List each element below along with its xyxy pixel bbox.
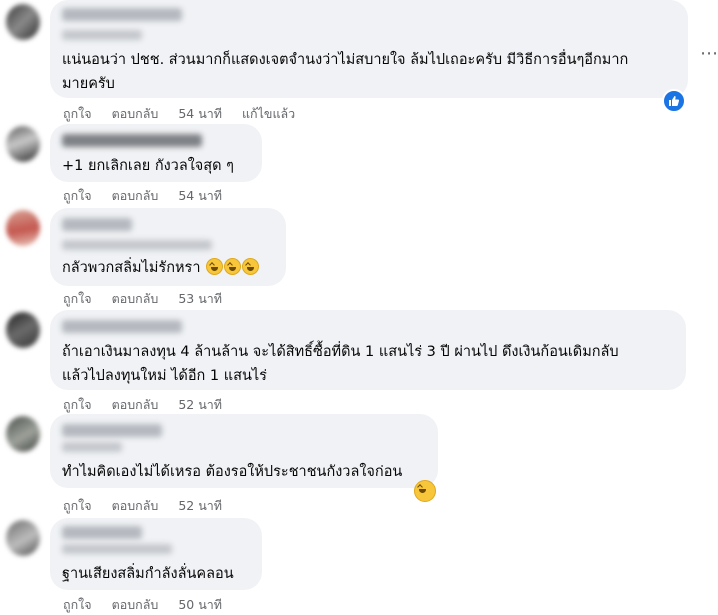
author-name-redacted[interactable] [62,8,182,21]
grinning-emoji-icon [224,258,242,275]
avatar[interactable] [6,416,40,452]
comment-text: แน่นอนว่า ปชช. ส่วนมากก็แสดงเจตจำนงว่าไม… [62,52,629,92]
author-sub-redacted [62,30,142,40]
comment-time[interactable]: 54 นาที [178,104,222,124]
comment-time[interactable]: 52 นาที [178,496,222,516]
reply-button[interactable]: ตอบกลับ [112,186,159,206]
comment-text: +1 ยกเลิกเลย กังวลใจสุด ๆ [62,158,234,174]
comment-actions: ถูกใจ ตอบกลับ 50 นาที [63,595,222,615]
author-sub-redacted [62,544,172,554]
comment-text: ถ้าเอาเงินมาลงทุน 4 ล้านล้าน จะได้สิทธิ์… [62,344,619,384]
comment-bubble: ฐานเสียงสลิ่มกำลังลั่นคลอน [50,518,262,590]
grinning-emoji-icon [206,258,224,275]
author-name-redacted[interactable] [62,526,142,539]
author-sub-redacted [62,240,212,250]
comment-time[interactable]: 50 นาที [178,595,222,615]
author-name-redacted[interactable] [62,424,162,437]
comment-text: ฐานเสียงสลิ่มกำลังลั่นคลอน [62,566,234,582]
avatar[interactable] [6,126,40,162]
comment-actions: ถูกใจ ตอบกลับ 54 นาที [63,186,222,206]
comment-text: กลัวพวกสลิ่มไม่รักหรา [62,256,260,280]
grinning-emoji-icon [242,258,260,275]
more-options-icon[interactable]: ⋯ [700,45,718,67]
like-button[interactable]: ถูกใจ [63,395,92,415]
comment-bubble: แน่นอนว่า ปชช. ส่วนมากก็แสดงเจตจำนงว่าไม… [50,0,688,98]
author-name-redacted[interactable] [62,320,182,333]
avatar[interactable] [6,312,40,348]
reply-button[interactable]: ตอบกลับ [112,289,159,309]
comment-time[interactable]: 52 นาที [178,395,222,415]
edited-label: แก้ไขแล้ว [242,106,296,121]
avatar[interactable] [6,520,40,556]
reply-button[interactable]: ตอบกลับ [112,595,159,615]
like-button[interactable]: ถูกใจ [63,595,92,615]
reply-button[interactable]: ตอบกลับ [112,395,159,415]
avatar[interactable] [6,210,40,246]
author-sub-redacted [62,442,122,452]
comment-actions: ถูกใจ ตอบกลับ 54 นาที แก้ไขแล้ว [63,104,295,124]
reply-button[interactable]: ตอบกลับ [112,104,159,124]
like-button[interactable]: ถูกใจ [63,186,92,206]
like-button[interactable]: ถูกใจ [63,496,92,516]
reply-button[interactable]: ตอบกลับ [112,496,159,516]
like-button[interactable]: ถูกใจ [63,289,92,309]
comment-bubble: กลัวพวกสลิ่มไม่รักหรา [50,208,286,286]
comment-time[interactable]: 54 นาที [178,186,222,206]
avatar[interactable] [6,4,40,40]
comment-time[interactable]: 53 นาที [178,289,222,309]
comment-bubble: +1 ยกเลิกเลย กังวลใจสุด ๆ [50,124,262,182]
author-name-redacted[interactable] [62,134,202,147]
comment-actions: ถูกใจ ตอบกลับ 52 นาที [63,496,222,516]
comment-bubble: ทำไมคิดเองไม่ได้เหรอ ต้องรอให้ประชาชนกัง… [50,414,438,488]
comment-bubble: ถ้าเอาเงินมาลงทุน 4 ล้านล้าน จะได้สิทธิ์… [50,310,686,390]
comment-actions: ถูกใจ ตอบกลับ 52 นาที [63,395,222,415]
laughing-emoji-icon[interactable] [414,480,436,502]
comment-text: ทำไมคิดเองไม่ได้เหรอ ต้องรอให้ประชาชนกัง… [62,464,403,480]
like-icon[interactable] [662,89,686,113]
like-button[interactable]: ถูกใจ [63,104,92,124]
comment-actions: ถูกใจ ตอบกลับ 53 นาที [63,289,222,309]
author-name-redacted[interactable] [62,218,132,231]
